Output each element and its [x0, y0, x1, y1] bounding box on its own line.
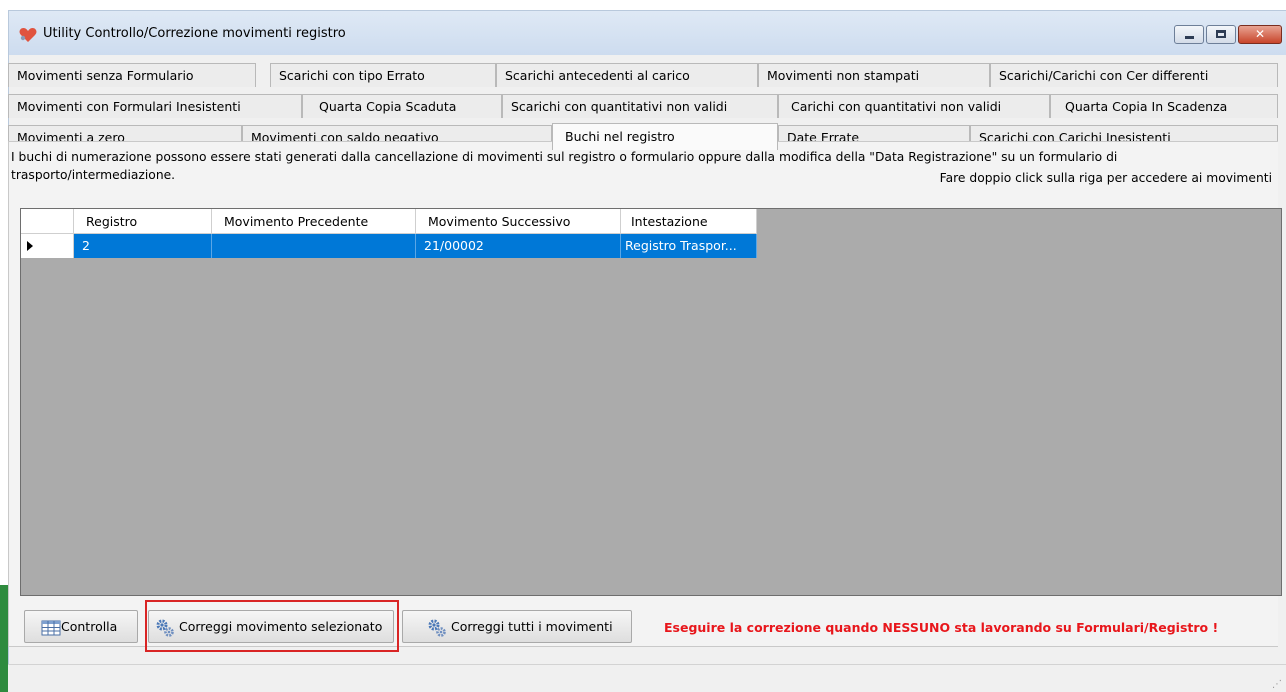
tab-formulari-inesistenti[interactable]: Movimenti con Formulari Inesistenti — [8, 94, 302, 118]
minimize-icon — [1185, 36, 1194, 39]
controlla-label: Controlla — [61, 619, 118, 634]
tab-movimenti-non-stampati[interactable]: Movimenti non stampati — [758, 63, 990, 87]
controlla-button[interactable]: Controlla — [24, 610, 138, 643]
status-bar: ⋰ — [8, 664, 1286, 692]
title-bar: Utility Controllo/Correzione movimenti r… — [9, 11, 1286, 55]
tab-scarichi-quantitativi[interactable]: Scarichi con quantitativi non validi — [502, 94, 778, 118]
heart-icon — [19, 28, 37, 42]
correggi-tutti-button[interactable]: Correggi tutti i movimenti — [402, 610, 632, 643]
row-pointer-icon — [27, 241, 33, 251]
double-click-hint: Fare doppio click sulla riga per acceder… — [939, 171, 1272, 185]
background-strip — [0, 585, 8, 692]
window-controls: ✕ — [1172, 25, 1282, 44]
tab-scarichi-tipo-errato[interactable]: Scarichi con tipo Errato — [270, 63, 496, 87]
correggi-tutti-label: Correggi tutti i movimenti — [451, 619, 613, 634]
column-header-registro[interactable]: Registro — [74, 209, 212, 234]
tab-row-1: Movimenti senza Formulario Scarichi con … — [8, 63, 1278, 88]
cell-movimento-successivo[interactable]: 21/00002 — [416, 234, 621, 258]
close-icon: ✕ — [1254, 27, 1266, 41]
warning-message: Eseguire la correzione quando NESSUNO st… — [664, 620, 1219, 635]
tab-carichi-quantitativi[interactable]: Carichi con quantitativi non validi — [778, 94, 1050, 118]
tab-row-2: Movimenti con Formulari Inesistenti Quar… — [8, 94, 1278, 119]
grid-header: Registro Movimento Precedente Movimento … — [21, 209, 757, 234]
row-selector[interactable] — [21, 234, 74, 258]
tab-quarta-copia-in-scadenza[interactable]: Quarta Copia In Scadenza — [1050, 94, 1278, 118]
highlight-annotation — [145, 600, 399, 652]
resize-grip-icon[interactable]: ⋰ — [1272, 679, 1282, 690]
column-header-movimento-successivo[interactable]: Movimento Successivo — [416, 209, 621, 234]
column-header-movimento-precedente[interactable]: Movimento Precedente — [212, 209, 416, 234]
gears-icon — [428, 619, 446, 637]
data-grid[interactable]: Registro Movimento Precedente Movimento … — [20, 208, 1282, 596]
maximize-button[interactable] — [1206, 25, 1236, 44]
column-header-intestazione[interactable]: Intestazione — [621, 209, 757, 234]
tab-quarta-copia-scaduta[interactable]: Quarta Copia Scaduta — [302, 94, 502, 118]
tab-movimenti-senza-formulario[interactable]: Movimenti senza Formulario — [8, 63, 256, 87]
cell-registro[interactable]: 2 — [74, 234, 212, 258]
tab-buchi-nel-registro[interactable]: Buchi nel registro — [552, 123, 778, 150]
maximize-icon — [1216, 30, 1226, 38]
table-row[interactable]: 2 21/00002 Registro Traspor... — [21, 234, 757, 258]
cell-intestazione[interactable]: Registro Traspor... — [621, 234, 757, 258]
tab-scarichi-carichi-cer[interactable]: Scarichi/Carichi con Cer differenti — [990, 63, 1278, 87]
minimize-button[interactable] — [1174, 25, 1204, 44]
table-grid-icon — [41, 620, 61, 635]
cell-movimento-precedente[interactable] — [212, 234, 416, 258]
tab-scarichi-antecedenti[interactable]: Scarichi antecedenti al carico — [496, 63, 758, 87]
row-header-corner — [21, 209, 74, 234]
window-title: Utility Controllo/Correzione movimenti r… — [43, 26, 346, 41]
close-button[interactable]: ✕ — [1238, 25, 1282, 44]
